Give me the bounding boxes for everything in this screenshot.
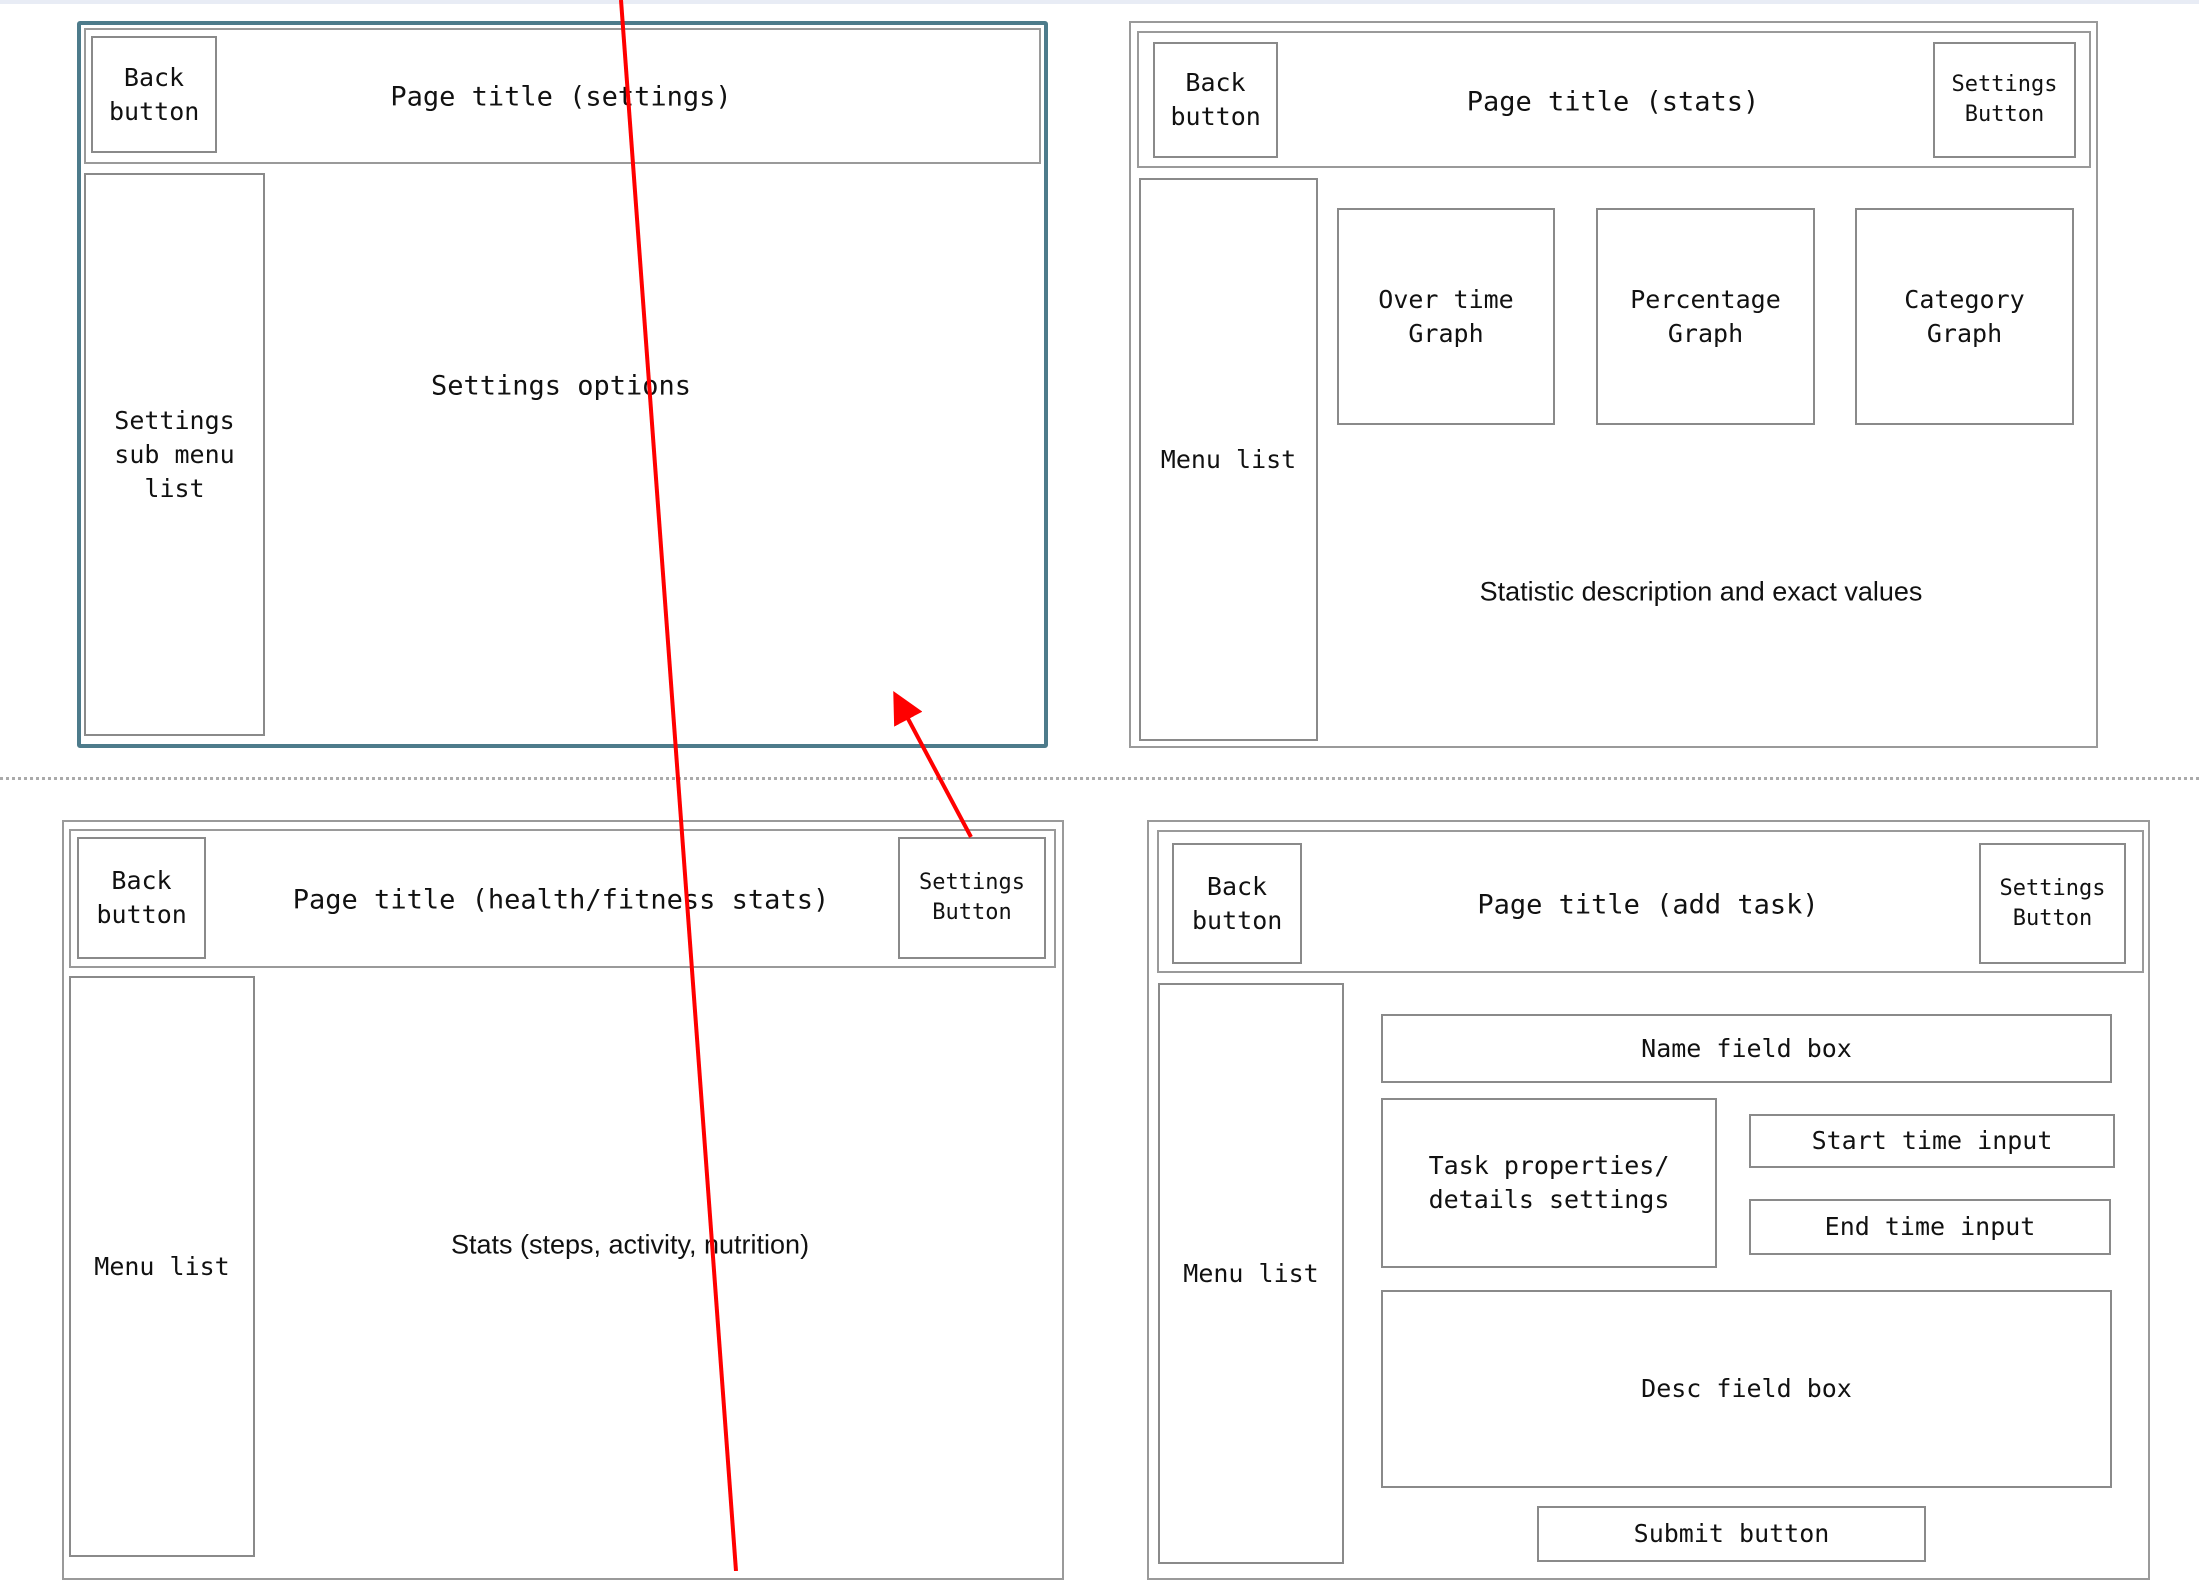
label: Back button [109,62,200,126]
label: Percentage Graph [1630,284,1781,348]
label: Task properties/ details settings [1428,1151,1670,1214]
label: Name field box [1641,1033,1852,1063]
label: Back button [96,866,187,929]
settings-back-button[interactable]: Back button [91,36,217,153]
health-menu-list[interactable]: Menu list [69,976,255,1557]
percentage-graph: Percentage Graph [1596,208,1815,425]
label: Submit button [1633,1519,1830,1548]
stats-settings-button[interactable]: Settings Button [1933,42,2076,158]
health-page-title: Page title (health/fitness stats) [292,884,830,916]
label: Menu list [1183,1258,1319,1288]
label: Category Graph [1904,284,2025,348]
add-task-page-title: Page title (add task) [1477,889,1819,921]
label: Back button [1170,68,1261,131]
label: Settings sub menu list [114,405,235,503]
add-task-back-button[interactable]: Back button [1172,843,1302,964]
health-stats: Stats (steps, activity, nutrition) [450,1229,810,1260]
top-strip [0,0,2199,4]
label: Settings Button [919,870,1025,925]
label: Settings Button [1999,875,2106,931]
submit-button[interactable]: Submit button [1537,1506,1926,1562]
label: End time input [1824,1212,2036,1241]
label: Back button [1192,871,1283,935]
health-back-button[interactable]: Back button [77,837,206,959]
label: Menu list [94,1251,230,1281]
settings-options: Settings options [430,370,692,402]
task-properties-box[interactable]: Task properties/ details settings [1381,1098,1717,1268]
category-graph: Category Graph [1855,208,2074,425]
desc-field-box[interactable]: Desc field box [1381,1290,2112,1488]
name-field-box[interactable]: Name field box [1381,1014,2112,1083]
label: Over time Graph [1378,284,1514,348]
stats-back-button[interactable]: Back button [1153,42,1278,158]
stats-page-title: Page title (stats) [1466,86,1760,118]
page-divider [0,777,2199,780]
label: Start time input [1811,1126,2053,1155]
settings-page-title: Page title (settings) [390,81,732,113]
health-settings-button[interactable]: Settings Button [898,837,1046,959]
label: Settings Button [1951,72,2058,127]
settings-sub-menu-list[interactable]: Settings sub menu list [84,173,265,736]
label: Desc field box [1641,1374,1852,1403]
start-time-input[interactable]: Start time input [1749,1114,2115,1168]
add-task-settings-button[interactable]: Settings Button [1979,843,2126,964]
stats-menu-list[interactable]: Menu list [1139,178,1318,741]
add-task-menu-list[interactable]: Menu list [1158,983,1344,1564]
end-time-input[interactable]: End time input [1749,1199,2111,1255]
over-time-graph: Over time Graph [1337,208,1555,425]
statistic-description: Statistic description and exact values [1479,576,1923,607]
label: Menu list [1160,444,1297,474]
